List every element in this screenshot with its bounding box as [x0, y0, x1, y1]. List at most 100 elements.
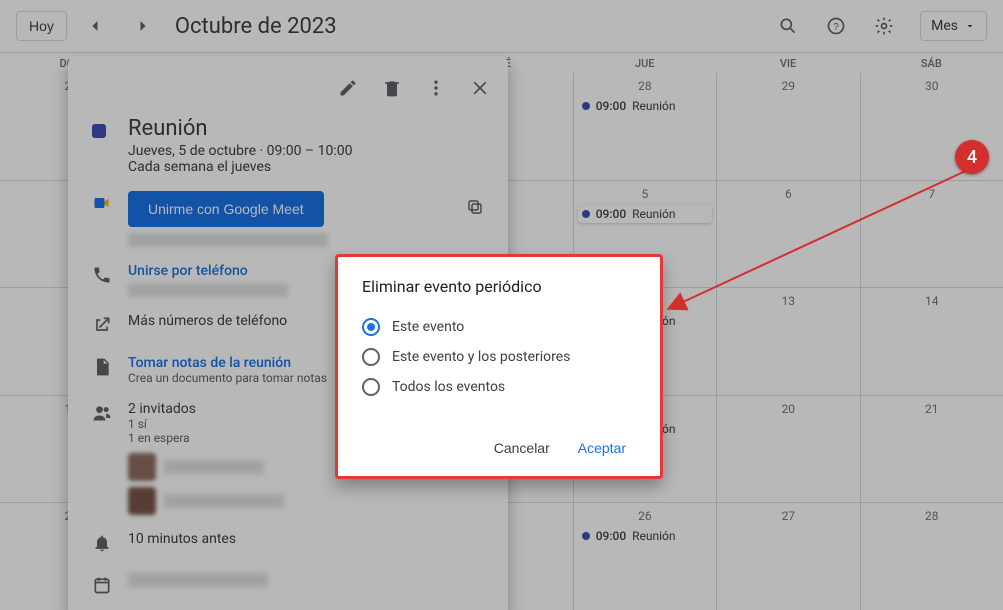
video-icon — [92, 193, 112, 213]
day-number: 29 — [721, 77, 855, 93]
calendar-color-chip — [92, 124, 106, 138]
chevron-left-icon — [85, 16, 105, 36]
event-title: Reunión — [128, 116, 352, 141]
radio-icon — [362, 318, 380, 336]
panel-actions — [68, 64, 508, 112]
app-root: Hoy Octubre de 2023 ? Mes DOM LUN MAR MI… — [0, 0, 1003, 610]
delete-event-button[interactable] — [372, 68, 412, 108]
annotation-badge: 4 — [955, 140, 989, 174]
weekday-sat: SÁB — [860, 53, 1003, 73]
event-chip[interactable]: 09:00Reunión — [578, 527, 712, 545]
calendar-cell[interactable]: 7 — [861, 181, 1003, 288]
event-label: Reunión — [632, 99, 675, 113]
calendar-cell[interactable]: 13 — [717, 288, 860, 395]
delete-recurring-dialog: Eliminar evento periódico Este evento Es… — [335, 254, 663, 479]
bell-icon — [92, 533, 112, 553]
day-number: 7 — [865, 185, 999, 201]
radio-this-and-following[interactable]: Este evento y los posteriores — [362, 342, 636, 372]
take-notes-sub: Crea un documento para tomar notas — [128, 371, 327, 385]
day-number: 13 — [721, 292, 855, 308]
copy-meet-link-button[interactable] — [466, 198, 484, 220]
close-icon — [470, 78, 490, 98]
view-selector[interactable]: Mes — [920, 11, 987, 41]
day-number: 5 — [578, 185, 712, 201]
reminder-text: 10 minutos antes — [128, 531, 236, 547]
phone-icon — [92, 265, 112, 285]
join-by-phone-link[interactable]: Unirse por teléfono — [128, 263, 288, 279]
copy-icon — [466, 198, 484, 216]
day-number: 30 — [865, 77, 999, 93]
radio-all-events[interactable]: Todos los eventos — [362, 372, 636, 402]
day-number: 28 — [578, 77, 712, 93]
event-dot-icon — [582, 102, 590, 110]
radio-label: Todos los eventos — [392, 379, 505, 395]
event-chip[interactable]: 09:00 Reunión — [578, 97, 712, 115]
caret-down-icon — [964, 20, 976, 32]
calendar-cell[interactable]: 26 09:00Reunión — [574, 503, 717, 610]
month-title: Octubre de 2023 — [175, 14, 337, 39]
event-recurrence: Cada semana el jueves — [128, 159, 352, 175]
next-month-button[interactable] — [123, 6, 163, 46]
calendar-cell[interactable]: 28 09:00 Reunión — [574, 73, 717, 180]
event-time: 09:00 — [596, 99, 626, 113]
help-icon: ? — [826, 16, 846, 36]
settings-button[interactable] — [864, 6, 904, 46]
day-number: 14 — [865, 292, 999, 308]
join-meet-button[interactable]: Unirme con Google Meet — [128, 191, 324, 227]
close-panel-button[interactable] — [460, 68, 500, 108]
calendar-cell[interactable]: 6 — [717, 181, 860, 288]
more-vert-icon — [426, 78, 446, 98]
event-time: 09:00 — [596, 207, 626, 221]
calendar-cell[interactable]: 28 — [861, 503, 1003, 610]
day-number: 6 — [721, 185, 855, 201]
guest-count: 2 invitados — [128, 401, 284, 417]
calendar-cell[interactable]: 14 — [861, 288, 1003, 395]
chevron-right-icon — [133, 16, 153, 36]
today-button[interactable]: Hoy — [16, 11, 67, 41]
radio-this-event[interactable]: Este evento — [362, 312, 636, 342]
search-button[interactable] — [768, 6, 808, 46]
gear-icon — [874, 16, 894, 36]
accept-button[interactable]: Aceptar — [568, 432, 636, 464]
event-chip[interactable]: 09:00 Reunión — [578, 205, 712, 223]
pencil-icon — [338, 78, 358, 98]
search-icon — [778, 16, 798, 36]
weekday-fri: VIE — [716, 53, 859, 73]
calendar-cell[interactable]: 21 — [861, 396, 1003, 503]
prev-month-button[interactable] — [75, 6, 115, 46]
radio-icon — [362, 378, 380, 396]
event-dot-icon — [582, 532, 590, 540]
dialog-title: Eliminar evento periódico — [362, 277, 636, 296]
edit-event-button[interactable] — [328, 68, 368, 108]
event-label: Reunión — [632, 207, 675, 221]
people-icon — [92, 403, 112, 423]
calendar-cell[interactable]: 27 — [717, 503, 860, 610]
view-label: Mes — [931, 18, 958, 34]
help-button[interactable]: ? — [816, 6, 856, 46]
document-icon — [92, 357, 112, 377]
guests-waiting: 1 en espera — [128, 431, 284, 445]
day-number: 21 — [865, 400, 999, 416]
trash-icon — [382, 78, 402, 98]
event-label: Reunión — [632, 529, 675, 543]
guests-yes: 1 sí — [128, 417, 284, 431]
more-phone-numbers[interactable]: Más números de teléfono — [128, 313, 287, 329]
event-dot-icon — [582, 210, 590, 218]
event-datetime: Jueves, 5 de octubre · 09:00 – 10:00 — [128, 143, 352, 159]
calendar-cell[interactable]: 20 — [717, 396, 860, 503]
calendar-cell[interactable]: 29 — [717, 73, 860, 180]
day-number: 28 — [865, 507, 999, 523]
take-notes-link[interactable]: Tomar notas de la reunión — [128, 355, 327, 371]
day-number: 27 — [721, 507, 855, 523]
more-options-button[interactable] — [416, 68, 456, 108]
radio-label: Este evento y los posteriores — [392, 349, 570, 365]
external-link-icon — [92, 315, 112, 335]
radio-label: Este evento — [392, 319, 464, 335]
header: Hoy Octubre de 2023 ? Mes — [0, 0, 1003, 52]
day-number: 26 — [578, 507, 712, 523]
calendar-icon — [92, 575, 112, 595]
weekday-thu: JUE — [573, 53, 716, 73]
cancel-button[interactable]: Cancelar — [484, 432, 560, 464]
svg-text:?: ? — [833, 22, 839, 33]
radio-icon — [362, 348, 380, 366]
